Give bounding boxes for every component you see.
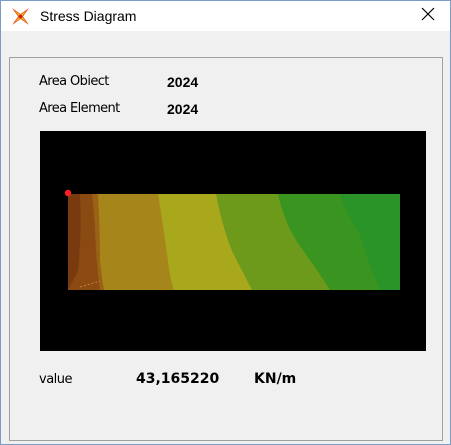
title-bar[interactable]: Stress Diagram bbox=[1, 1, 450, 31]
area-element-label: Area Element bbox=[39, 101, 120, 116]
stress-contour-svg bbox=[64, 189, 400, 290]
value-label: value bbox=[39, 372, 73, 387]
stress-diagram-window: Stress Diagram Area Obiect 2024 Area Ele… bbox=[0, 0, 451, 445]
close-button[interactable] bbox=[406, 1, 450, 31]
area-object-value: 2024 bbox=[167, 74, 199, 90]
area-element-value: 2024 bbox=[167, 101, 199, 117]
sap-app-icon bbox=[10, 6, 31, 27]
close-icon bbox=[421, 7, 435, 26]
area-object-label: Area Obiect bbox=[39, 74, 109, 89]
value-unit: KN/m bbox=[254, 371, 297, 387]
selected-point-marker[interactable] bbox=[64, 189, 72, 197]
value-readout: 43,165220 bbox=[136, 371, 220, 387]
stress-contour-area bbox=[68, 194, 400, 290]
window-title: Stress Diagram bbox=[40, 8, 137, 24]
stress-contour-plot[interactable] bbox=[40, 131, 426, 351]
